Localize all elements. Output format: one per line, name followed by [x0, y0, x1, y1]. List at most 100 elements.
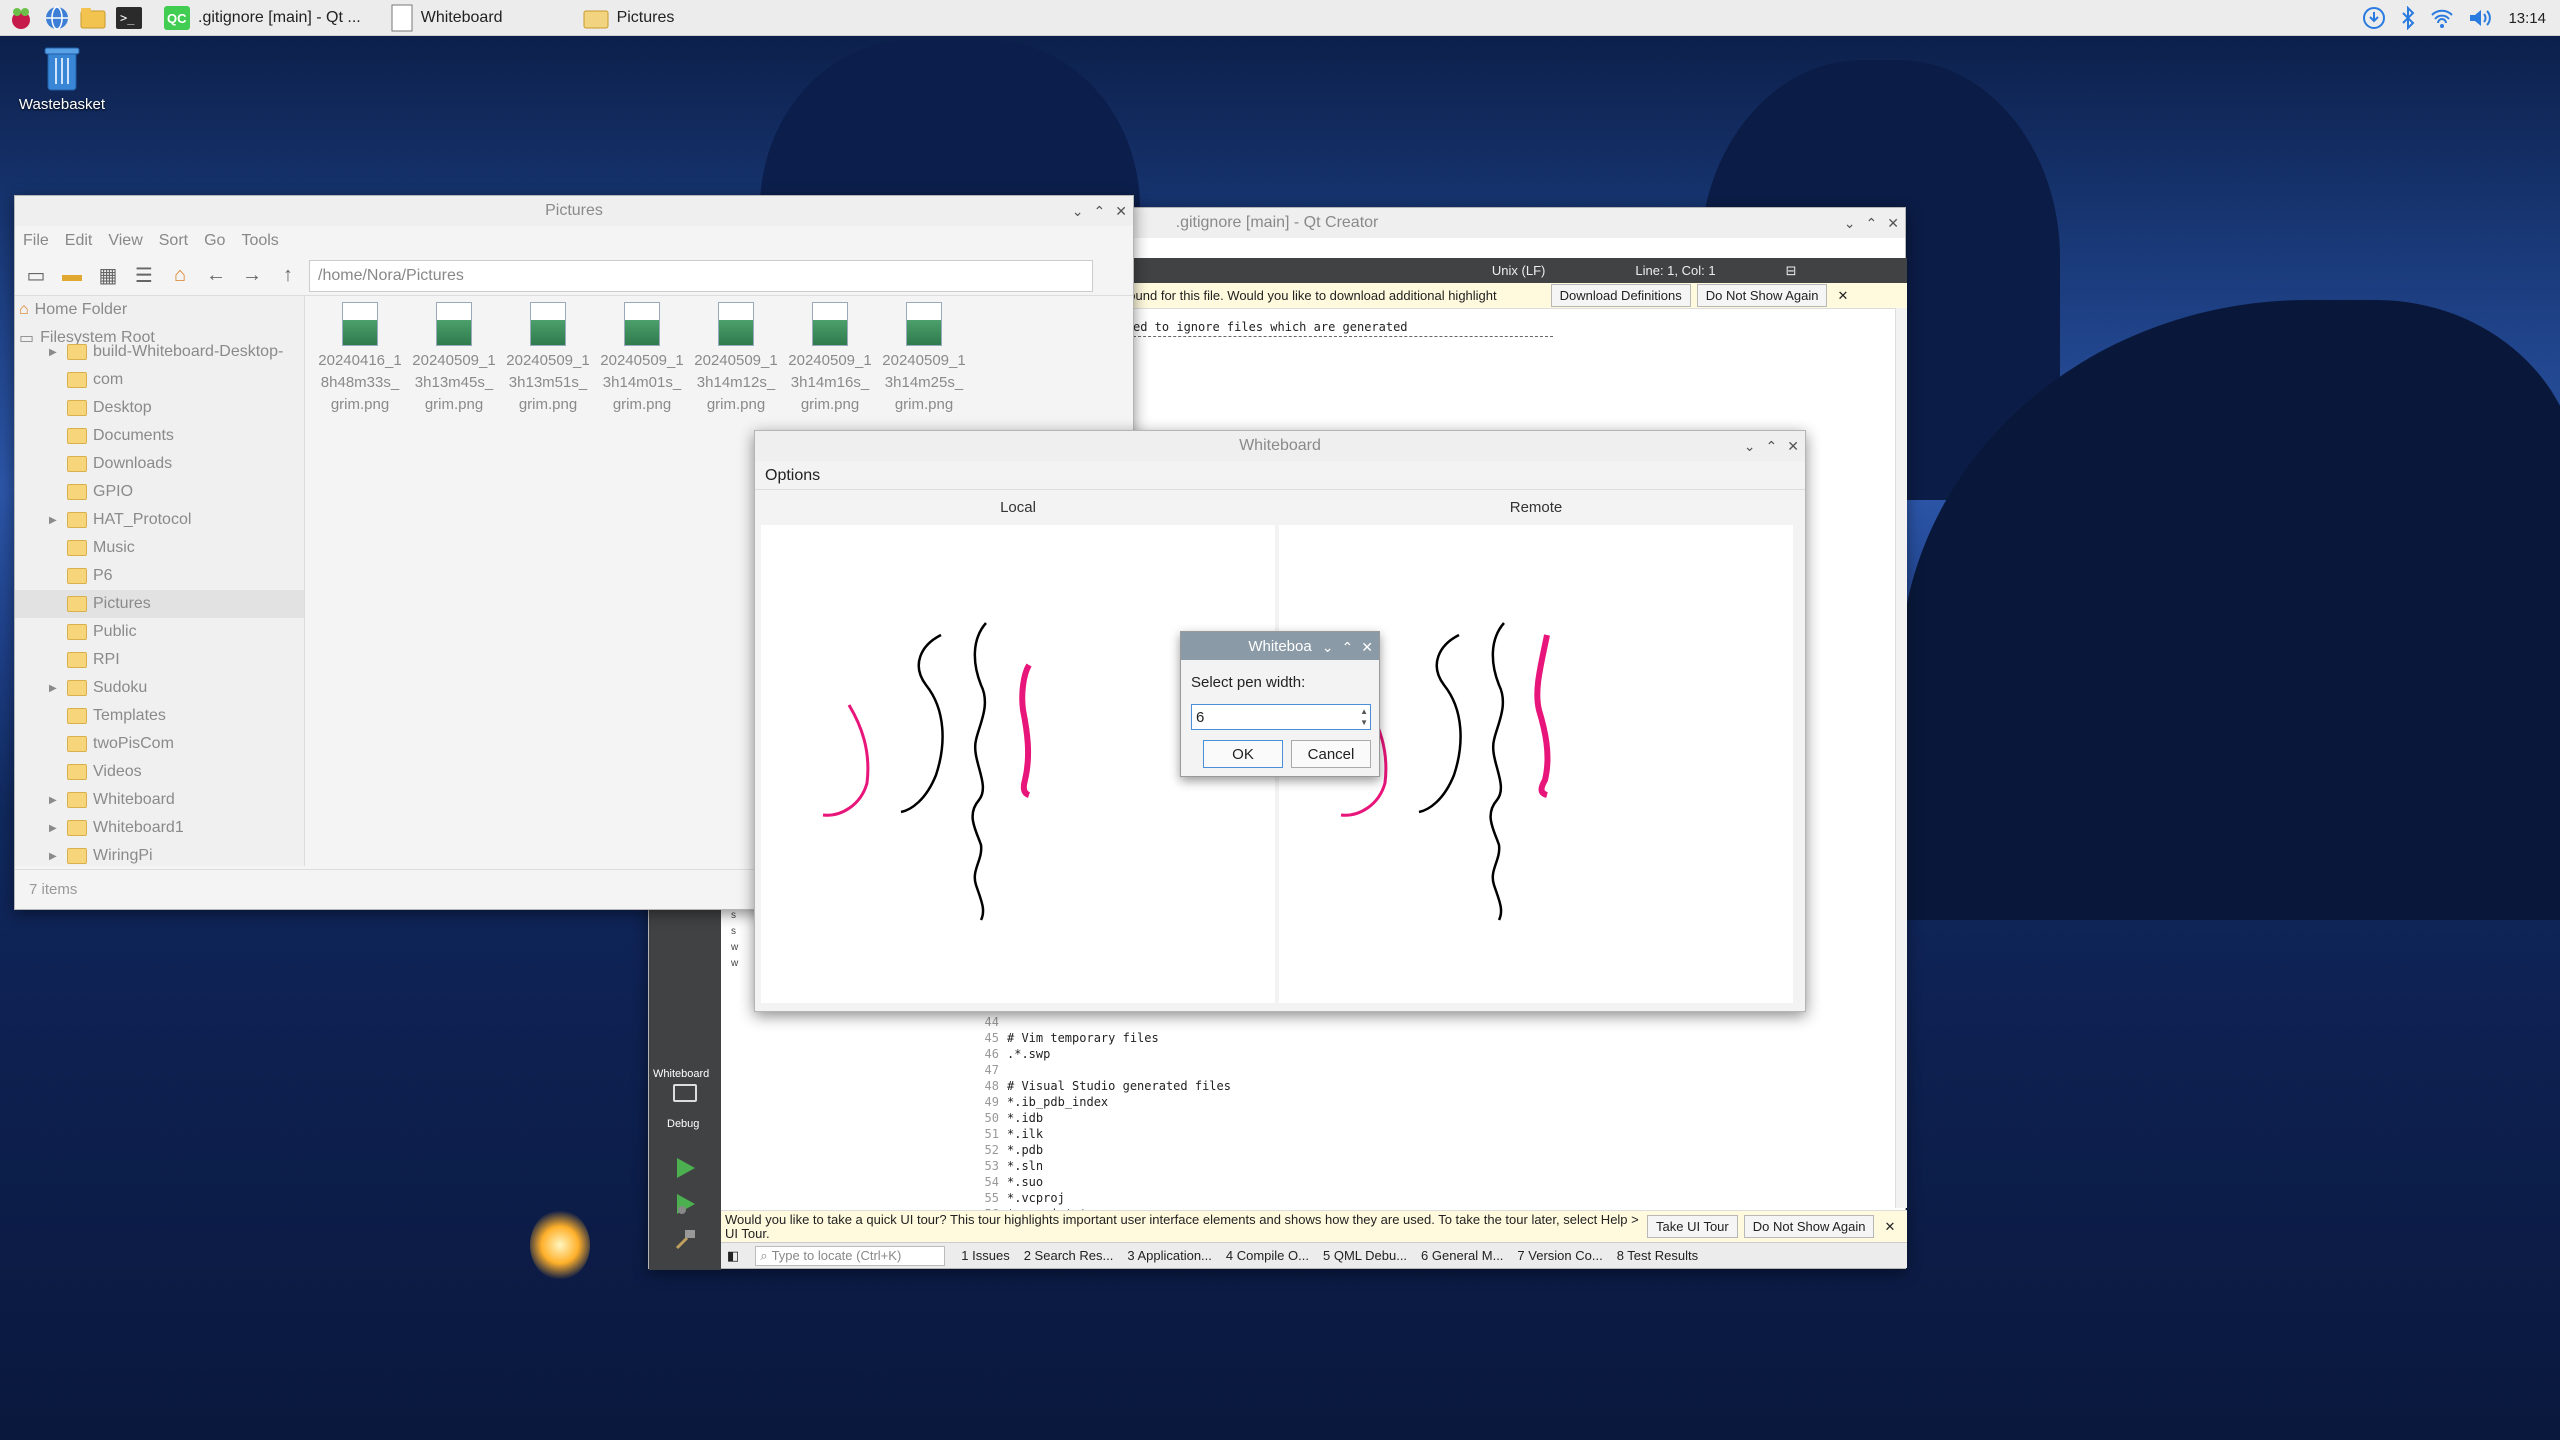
new-folder-icon[interactable]: ▬ — [57, 261, 87, 291]
task-qt-creator[interactable]: QC .gitignore [main] - Qt ... — [154, 1, 371, 35]
pen-width-spinbox[interactable]: 6 ▲ ▼ — [1191, 704, 1371, 730]
file-manager-icon[interactable] — [78, 3, 108, 33]
tree-item[interactable]: Videos — [15, 758, 304, 786]
tree-item[interactable]: ▶ Whiteboard — [15, 786, 304, 814]
close-icon[interactable]: ✕ — [1887, 215, 1899, 232]
cursor-position[interactable]: Line: 1, Col: 1 — [1635, 263, 1715, 278]
split-icon[interactable]: ⊟ — [1786, 263, 1797, 279]
expand-arrow-icon[interactable]: ▶ — [49, 683, 61, 694]
sidebar-toggle-icon[interactable]: ◧ — [727, 1248, 739, 1264]
tree-item[interactable]: Templates — [15, 702, 304, 730]
line-ending-selector[interactable]: Unix (LF) — [1492, 263, 1545, 278]
tree-item[interactable]: Public — [15, 618, 304, 646]
task-pictures[interactable]: Pictures — [573, 1, 685, 35]
close-icon[interactable]: ✕ — [1884, 1219, 1895, 1235]
tree-item[interactable]: Pictures — [15, 590, 304, 618]
minimize-icon[interactable]: ⌄ — [1072, 203, 1084, 220]
do-not-show-again-button[interactable]: Do Not Show Again — [1696, 284, 1828, 307]
up-arrow-icon[interactable]: ↑ — [273, 261, 303, 291]
code-editor[interactable]: 44 45 # Vim temporary files 46 .*.swp 47 48 # V… — [977, 1014, 1231, 1222]
minimize-icon[interactable]: ⌄ — [1744, 438, 1756, 455]
tree-item[interactable]: P6 — [15, 562, 304, 590]
build-config-label[interactable]: Debug — [667, 1118, 699, 1130]
fm-titlebar[interactable]: Pictures ⌄ ⌃ ✕ — [15, 196, 1133, 226]
file-item[interactable]: 20240509_1 3h13m51s_ grim.png — [501, 302, 595, 416]
tree-item[interactable]: Music — [15, 534, 304, 562]
cancel-button[interactable]: Cancel — [1291, 740, 1371, 768]
output-tab[interactable]: 6 General M... — [1421, 1248, 1503, 1263]
tree-item[interactable]: com — [15, 366, 304, 394]
terminal-icon[interactable]: >_ — [114, 3, 144, 33]
file-item[interactable]: 20240509_1 3h14m12s_ grim.png — [689, 302, 783, 416]
output-tab[interactable]: 1 Issues — [961, 1248, 1009, 1263]
close-icon[interactable]: ✕ — [1787, 438, 1799, 455]
output-tab[interactable]: 8 Test Results — [1617, 1248, 1698, 1263]
close-icon[interactable]: ✕ — [1361, 639, 1373, 656]
new-window-icon[interactable]: ▭ — [21, 261, 51, 291]
editor-scrollbar[interactable] — [1895, 308, 1907, 1208]
list-view-icon[interactable]: ☰ — [129, 261, 159, 291]
ok-button[interactable]: OK — [1203, 740, 1283, 768]
file-item[interactable]: 20240509_1 3h14m16s_ grim.png — [783, 302, 877, 416]
tree-item[interactable]: ▶ Whiteboard1 — [15, 814, 304, 842]
output-tab[interactable]: 4 Compile O... — [1226, 1248, 1309, 1263]
menu-item[interactable]: Go — [204, 232, 225, 250]
updates-icon[interactable] — [2362, 6, 2386, 30]
expand-arrow-icon[interactable]: ▶ — [49, 795, 61, 806]
expand-arrow-icon[interactable]: ▶ — [49, 347, 61, 358]
menu-item[interactable]: View — [108, 232, 142, 250]
locator-input[interactable]: ⌕ Type to locate (Ctrl+K) — [755, 1245, 946, 1266]
output-tab[interactable]: 5 QML Debu... — [1323, 1248, 1407, 1263]
path-input[interactable]: /home/Nora/Pictures — [309, 259, 1093, 292]
forward-arrow-icon[interactable]: → — [237, 261, 267, 291]
monitor-icon[interactable] — [673, 1084, 697, 1102]
tree-item[interactable]: twoPisCom — [15, 730, 304, 758]
task-whiteboard[interactable]: Whiteboard — [381, 1, 513, 35]
spin-arrows-icon[interactable]: ▲ ▼ — [1360, 706, 1368, 728]
build-hammer-icon[interactable] — [673, 1228, 697, 1252]
close-icon[interactable]: ✕ — [1115, 203, 1127, 220]
file-item[interactable]: 20240509_1 3h13m45s_ grim.png — [407, 302, 501, 416]
tree-item[interactable]: GPIO — [15, 478, 304, 506]
options-menu[interactable]: Options — [765, 467, 820, 485]
bluetooth-icon[interactable] — [2400, 6, 2416, 30]
close-icon[interactable]: ✕ — [1837, 288, 1848, 304]
menu-item[interactable]: File — [23, 232, 49, 250]
maximize-icon[interactable]: ⌃ — [1094, 203, 1106, 220]
expand-arrow-icon[interactable]: ▶ — [49, 823, 61, 834]
run-icon[interactable] — [673, 1156, 697, 1180]
tree-item[interactable]: Desktop — [15, 394, 304, 422]
expand-arrow-icon[interactable]: ▶ — [49, 515, 61, 526]
file-item[interactable]: 20240509_1 3h14m25s_ grim.png — [877, 302, 971, 416]
maximize-icon[interactable]: ⌃ — [1766, 438, 1778, 455]
download-definitions-button[interactable]: Download Definitions — [1550, 284, 1691, 307]
tree-item[interactable]: Documents — [15, 422, 304, 450]
tree-item[interactable]: ▶ WiringPi — [15, 842, 304, 866]
file-item[interactable]: 20240509_1 3h14m01s_ grim.png — [595, 302, 689, 416]
maximize-icon[interactable]: ⌃ — [1866, 215, 1878, 232]
menu-item[interactable]: Edit — [65, 232, 93, 250]
tree-item[interactable]: ▶ HAT_Protocol — [15, 506, 304, 534]
minimize-icon[interactable]: ⌄ — [1322, 639, 1334, 656]
output-tab[interactable]: 2 Search Res... — [1024, 1248, 1114, 1263]
clock[interactable]: 13:14 — [2508, 10, 2546, 27]
tree-item[interactable]: Downloads — [15, 450, 304, 478]
place-home-folder[interactable]: ⌂ Home Folder — [15, 296, 304, 324]
back-arrow-icon[interactable]: ← — [201, 261, 231, 291]
output-tab[interactable]: 3 Application... — [1127, 1248, 1212, 1263]
maximize-icon[interactable]: ⌃ — [1342, 639, 1354, 656]
dialog-titlebar[interactable]: Whiteboa ⌄ ⌃ ✕ — [1181, 632, 1379, 660]
web-browser-icon[interactable] — [42, 3, 72, 33]
tree-item[interactable]: RPI — [15, 646, 304, 674]
wb-titlebar[interactable]: Whiteboard ⌄ ⌃ ✕ — [755, 431, 1805, 461]
take-ui-tour-button[interactable]: Take UI Tour — [1647, 1215, 1738, 1238]
output-tab[interactable]: 7 Version Co... — [1517, 1248, 1602, 1263]
project-label[interactable]: Whiteboard — [653, 1068, 709, 1080]
tour-do-not-show-button[interactable]: Do Not Show Again — [1743, 1215, 1875, 1238]
file-item[interactable]: 20240416_1 8h48m33s_ grim.png — [313, 302, 407, 416]
debug-run-icon[interactable] — [673, 1192, 697, 1216]
wifi-icon[interactable] — [2430, 7, 2454, 29]
home-icon[interactable]: ⌂ — [165, 261, 195, 291]
wastebasket-icon[interactable]: Wastebasket — [10, 44, 114, 113]
tree-item[interactable]: ▶ Sudoku — [15, 674, 304, 702]
